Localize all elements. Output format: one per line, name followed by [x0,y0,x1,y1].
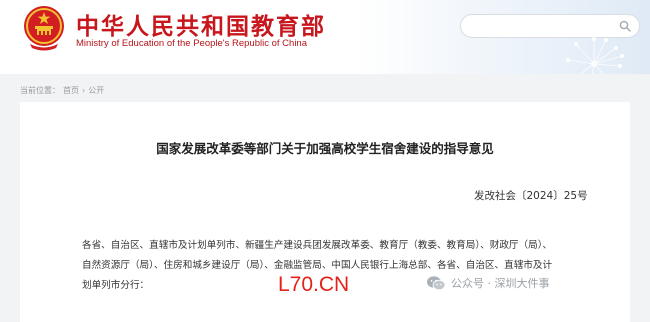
site-subtitle: Ministry of Education of the People's Re… [76,38,307,49]
brand-watermark: L70.CN [278,273,350,296]
wechat-watermark: 公众号 · 深圳大件事 [426,272,550,294]
site-header: 中华人民共和国教育部 Ministry of Education of the … [0,0,650,74]
national-emblem-icon[interactable] [20,4,68,52]
search-icon[interactable] [619,20,631,32]
wechat-icon [427,276,446,291]
breadcrumb-item-home[interactable]: 首页 [63,85,79,96]
site-title[interactable]: 中华人民共和国教育部 [76,7,326,41]
search-input[interactable] [471,17,611,35]
body-line: 各省、自治区、直辖市及计划单列市、新疆生产建设兵团发展改革委、教育厅（教委、教育… [82,240,553,251]
document-title: 国家发展改革委等部门关于加强高校学生宿舍建设的指导意见 [156,141,494,156]
breadcrumb-item-public[interactable]: 公开 [88,85,104,96]
wechat-watermark-text: 公众号 · 深圳大件事 [451,277,550,290]
document-number: 发改社会〔2024〕25号 [474,190,588,202]
breadcrumb-prefix: 当前位置： [20,85,60,95]
breadcrumb: 当前位置： 首页 › 公开 [20,84,104,96]
breadcrumb-separator: › [82,85,86,95]
dandelion-decoration [566,37,624,74]
